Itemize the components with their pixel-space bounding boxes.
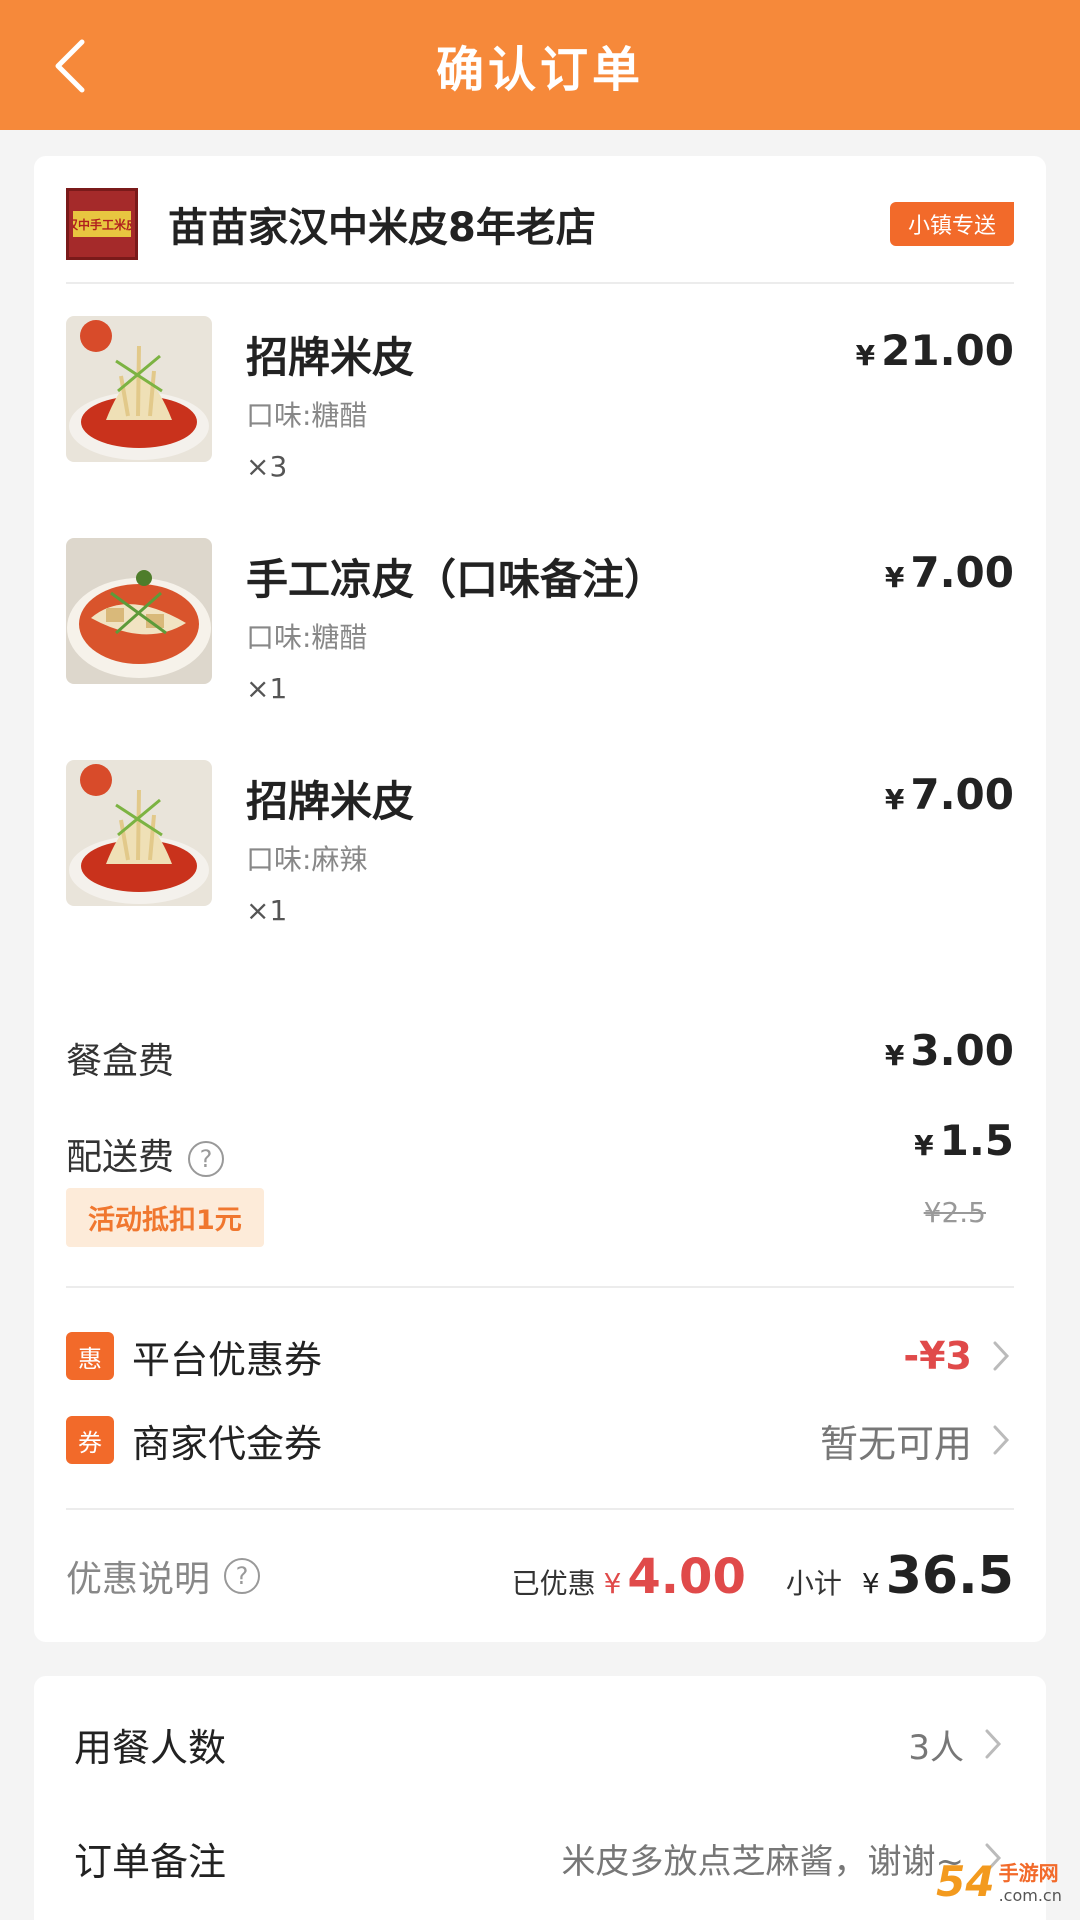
- currency-symbol: ¥: [855, 339, 876, 372]
- currency-symbol: ¥: [914, 1129, 934, 1162]
- subtotal-amount: 36.5: [885, 1546, 1014, 1606]
- item-price-value: 21.00: [881, 326, 1014, 375]
- price-summary: 优惠说明? 已优惠 ¥ 4.00 小计 ¥ 36.5: [66, 1536, 1014, 1616]
- order-note-row[interactable]: 订单备注 米皮多放点芝麻酱，谢谢~: [74, 1818, 1006, 1898]
- merchant-coupon-row[interactable]: 券 商家代金券 暂无可用: [66, 1410, 1014, 1470]
- currency-symbol: ¥: [884, 1039, 905, 1072]
- back-button[interactable]: [44, 36, 94, 96]
- item-quantity: ×3: [246, 450, 288, 483]
- item-flavor: 口味:糖醋: [246, 399, 368, 432]
- watermark-top: 手游网: [998, 1861, 1059, 1885]
- item-price: ¥21.00: [856, 326, 1014, 375]
- food-image: [66, 538, 212, 684]
- chevron-right-icon: [992, 1424, 1014, 1456]
- watermark-bottom: .com.cn: [998, 1886, 1062, 1905]
- diners-value: 3人: [908, 1727, 964, 1768]
- merchant-coupon-value: 暂无可用: [819, 1421, 972, 1466]
- store-header[interactable]: 汉中手工米皮 苗苗家汉中米皮8年老店 小镇专送: [66, 184, 1014, 264]
- divider: [66, 1286, 1014, 1288]
- order-note-value: 米皮多放点芝麻酱，谢谢~: [561, 1841, 965, 1882]
- order-item: 招牌米皮 口味:糖醋 ×3 ¥21.00: [66, 316, 1014, 496]
- platform-coupon-value: -¥3: [903, 1334, 972, 1378]
- item-price: ¥7.00: [885, 548, 1014, 597]
- delivery-fee-text: 配送费: [66, 1137, 175, 1178]
- site-watermark: 54 手游网 .com.cn: [924, 1848, 1074, 1914]
- diners-label: 用餐人数: [74, 1725, 227, 1770]
- delivery-tag: 小镇专送: [889, 202, 1014, 246]
- chevron-left-icon: [55, 39, 85, 93]
- box-fee-label: 餐盒费: [66, 1041, 175, 1082]
- page-title: 确认订单: [435, 42, 644, 98]
- platform-coupon-row[interactable]: 惠 平台优惠券 -¥3: [66, 1326, 1014, 1386]
- item-quantity: ×1: [246, 894, 288, 927]
- watermark-text: 手游网 .com.cn: [999, 1857, 1062, 1905]
- chevron-right-icon: [992, 1340, 1014, 1372]
- store-logo-text: 汉中手工米皮: [73, 211, 131, 237]
- item-flavor: 口味:麻辣: [246, 843, 368, 876]
- box-fee-value: ¥3.00: [885, 1026, 1014, 1075]
- item-price-value: 7.00: [910, 770, 1014, 819]
- currency-symbol: ¥: [603, 1567, 622, 1600]
- item-flavor: 口味:糖醋: [246, 621, 368, 654]
- delivery-fee-amount: 1.5: [939, 1116, 1014, 1165]
- help-icon[interactable]: ?: [224, 1558, 261, 1594]
- diners-row[interactable]: 用餐人数 3人: [74, 1704, 1006, 1784]
- subtotal-label: 小计: [785, 1567, 842, 1600]
- currency-symbol: ¥: [884, 783, 905, 816]
- discount-icon: 惠: [66, 1332, 114, 1380]
- top-bar: 确认订单: [0, 0, 1080, 130]
- original-delivery-fee: ¥2.5: [923, 1196, 986, 1229]
- item-name: 招牌米皮: [246, 333, 415, 382]
- saved-amount: 4.00: [627, 1549, 746, 1605]
- help-icon[interactable]: ?: [188, 1141, 225, 1177]
- watermark-number: 54: [936, 1856, 995, 1906]
- delivery-fee-value: ¥1.5: [914, 1116, 1014, 1165]
- item-quantity: ×1: [246, 672, 288, 705]
- chevron-right-icon: [984, 1728, 1006, 1760]
- discount-info-label: 优惠说明: [66, 1559, 211, 1600]
- item-name: 手工凉皮（口味备注）: [246, 555, 667, 604]
- currency-symbol: ¥: [884, 561, 905, 594]
- saved-label: 已优惠: [511, 1567, 596, 1600]
- discount-info[interactable]: 优惠说明?: [66, 1550, 261, 1602]
- extra-card: 用餐人数 3人 订单备注 米皮多放点芝麻酱，谢谢~: [34, 1676, 1046, 1920]
- coupon-icon: 券: [66, 1416, 114, 1464]
- merchant-coupon-label: 商家代金券: [132, 1421, 323, 1466]
- item-price-value: 7.00: [910, 548, 1014, 597]
- item-price: ¥7.00: [885, 770, 1014, 819]
- order-item: 招牌米皮 口味:麻辣 ×1 ¥7.00: [66, 760, 1014, 940]
- divider: [66, 1508, 1014, 1510]
- item-name: 招牌米皮: [246, 777, 415, 826]
- order-note-label: 订单备注: [74, 1839, 227, 1884]
- promo-badge: 活动抵扣1元: [66, 1188, 264, 1247]
- totals: 已优惠 ¥ 4.00 小计 ¥ 36.5: [512, 1546, 1014, 1606]
- divider: [66, 282, 1014, 284]
- store-name: 苗苗家汉中米皮8年老店: [168, 205, 596, 251]
- store-logo: 汉中手工米皮: [66, 188, 138, 260]
- order-item: 手工凉皮（口味备注） 口味:糖醋 ×1 ¥7.00: [66, 538, 1014, 718]
- delivery-fee-label: 配送费?: [66, 1128, 225, 1180]
- food-image: [66, 316, 212, 462]
- food-image: [66, 760, 212, 906]
- order-card: 汉中手工米皮 苗苗家汉中米皮8年老店 小镇专送 招牌米皮 口味:糖醋 ×3 ¥2…: [34, 156, 1046, 1642]
- box-fee-amount: 3.00: [910, 1026, 1014, 1075]
- platform-coupon-label: 平台优惠券: [132, 1337, 323, 1382]
- currency-symbol: ¥: [861, 1567, 880, 1600]
